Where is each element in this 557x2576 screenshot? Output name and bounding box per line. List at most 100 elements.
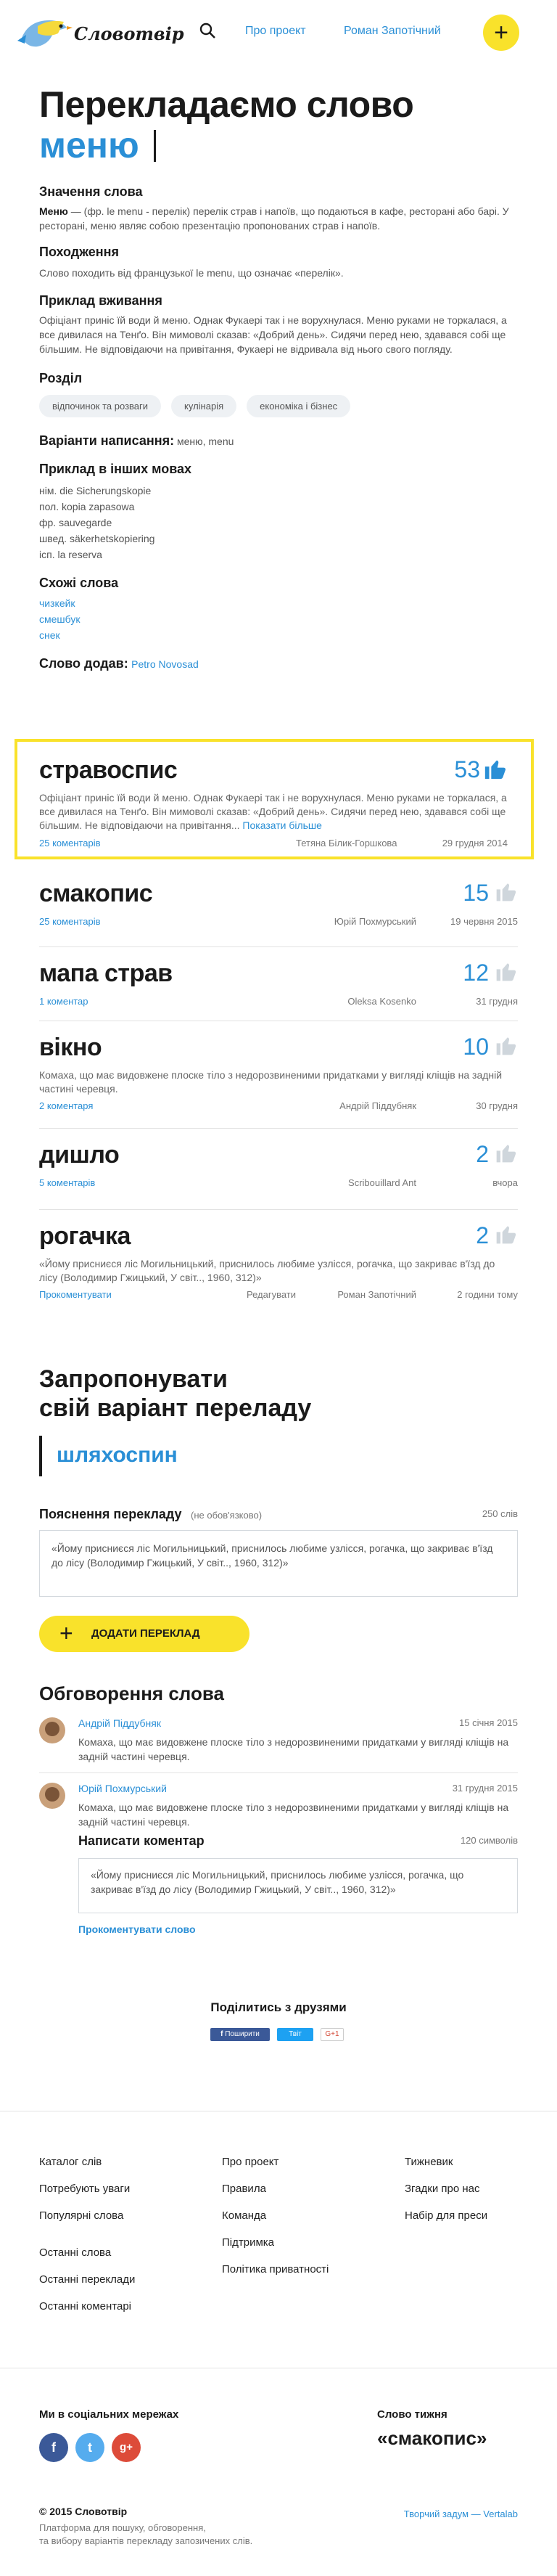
translation-date: 31 грудня <box>476 996 518 1007</box>
translation-card[interactable]: смакопис 15 25 коментарів Юрій Похмурський 1… <box>39 880 518 945</box>
divider <box>39 1128 518 1129</box>
usage-text: Офіціант приніс їй води й меню. Однак Фу… <box>39 314 507 355</box>
propose-section: Запропонувати свій варіант переладу <box>39 1365 518 1423</box>
usage-heading: Приклад вживання <box>39 293 162 308</box>
footer-link[interactable]: Популярні слова <box>39 2209 199 2222</box>
text-cursor <box>154 130 157 162</box>
section-heading: Розділ <box>39 371 83 385</box>
logo[interactable]: Словотвір <box>16 12 184 55</box>
comment-author[interactable]: Андрій Піддубняк <box>78 1717 161 1729</box>
comments-link[interactable]: 25 коментарів <box>39 916 101 927</box>
word-info: Значення слова Меню — (фр. le menu - пер… <box>39 184 518 671</box>
vote-count: 12 <box>463 960 489 986</box>
comments-link[interactable]: 5 коментарів <box>39 1177 95 1188</box>
translation-date: вчора <box>492 1177 518 1188</box>
translation-word: мапа страв <box>39 960 173 987</box>
origin-heading: Походження <box>39 245 120 259</box>
footer-link[interactable]: Політика приватності <box>222 2263 381 2276</box>
discussion-heading: Обговорення слова <box>39 1682 224 1704</box>
comments-link[interactable]: 1 коментар <box>39 996 88 1007</box>
comment-author[interactable]: Юрій Похмурський <box>78 1783 167 1794</box>
footer-link[interactable]: Набір для преси <box>405 2209 535 2222</box>
chip-economy[interactable]: економіка і бізнес <box>247 395 351 417</box>
comment-date: 31 грудня 2015 <box>452 1783 518 1794</box>
footer-link[interactable]: Команда <box>222 2209 381 2222</box>
translation-card[interactable]: рогачка 2 «Йому присниєся ліс Могильницьки… <box>39 1222 518 1309</box>
twitter-share-button[interactable]: Твіт <box>277 2028 313 2041</box>
similar-word-link[interactable]: чизкейк <box>39 597 75 609</box>
other-lang-item: пол. kopia zapasowa <box>39 501 135 512</box>
vote-count: 15 <box>463 880 489 906</box>
credits-link[interactable]: Творчий задум — Vertalab <box>404 2508 518 2519</box>
footer-link[interactable]: Підтримка <box>222 2236 381 2249</box>
facebook-share-button[interactable]: f Поширити <box>210 2028 270 2041</box>
comment-date: 15 січня 2015 <box>459 1717 518 1728</box>
other-lang-item: фр. sauvegarde <box>39 517 112 528</box>
added-by: Слово додав: Petro Novosad <box>39 656 518 671</box>
footer-link[interactable]: Про проект <box>222 2156 381 2168</box>
add-word-button[interactable]: + <box>483 15 519 51</box>
translation-card[interactable]: вікно 10 Комаха, що має видовжене плоске т… <box>39 1034 518 1121</box>
similar-heading: Схожі слова <box>39 576 119 590</box>
page-title: Перекладаємо слово меню <box>39 84 518 175</box>
translation-date: 19 червня 2015 <box>450 916 518 927</box>
search-icon[interactable] <box>199 22 216 39</box>
tagline: Платформа для пошуку, обговорення, та ви… <box>39 2522 253 2546</box>
footer-link[interactable]: Останні коментарі <box>39 2300 199 2313</box>
explain-textarea[interactable]: «Йому присниєся ліс Могильницький, присн… <box>39 1530 518 1597</box>
footer-col-1: Каталог слів Потребують уваги Популярні … <box>39 2156 199 2327</box>
thumbs-up-icon[interactable] <box>495 1141 518 1164</box>
thumbs-up-icon[interactable] <box>483 756 508 781</box>
edit-link[interactable]: Редагувати <box>247 1289 296 1300</box>
thumbs-up-icon[interactable] <box>495 1222 518 1246</box>
avatar <box>39 1783 65 1809</box>
thumbs-up-icon[interactable] <box>495 960 518 983</box>
propose-input[interactable]: шляхоспин <box>39 1436 518 1476</box>
explain-label: Пояснення перекладу <box>39 1507 182 1521</box>
nav-about[interactable]: Про проект <box>245 25 306 38</box>
facebook-icon[interactable]: f <box>39 2433 68 2462</box>
submit-comment-link[interactable]: Прокоментувати слово <box>78 1923 196 1935</box>
other-lang-list: нім. die Sicherungskopie пол. kopia zapa… <box>39 483 518 563</box>
comment-textarea[interactable]: «Йому присниєся ліс Могильницький, присн… <box>78 1858 518 1913</box>
chip-leisure[interactable]: відпочинок та розваги <box>39 395 162 417</box>
footer-link[interactable]: Каталог слів <box>39 2156 199 2168</box>
translation-card[interactable]: дишло 2 5 коментарів Scribouillard Ant вчора <box>39 1141 518 1206</box>
translation-text: Офіціант приніс їй води й меню. Однак Фу… <box>39 792 507 831</box>
comments-link[interactable]: 2 коментаря <box>39 1100 93 1111</box>
vote-count: 10 <box>463 1034 489 1060</box>
thumbs-up-icon[interactable] <box>495 1034 518 1057</box>
similar-word-link[interactable]: снек <box>39 629 60 641</box>
propose-input-value: шляхоспин <box>57 1443 178 1467</box>
gplus-share-button[interactable]: G+1 <box>321 2028 344 2041</box>
show-more-link[interactable]: Показати більше <box>242 819 322 831</box>
translation-card-featured[interactable]: стравоспис 53 Офіціант приніс їй води й … <box>15 739 534 859</box>
footer-link[interactable]: Згадки про нас <box>405 2183 535 2195</box>
twitter-icon[interactable]: t <box>75 2433 104 2462</box>
word-of-week-link[interactable]: «смакопис» <box>377 2427 487 2450</box>
comments-link[interactable]: Прокоментувати <box>39 1289 112 1300</box>
section-chips: відпочинок та розваги кулінарія економіка … <box>39 395 518 417</box>
footer-link[interactable]: Правила <box>222 2183 381 2195</box>
translation-text: Комаха, що має видовжене плоске тіло з н… <box>39 1069 503 1095</box>
comments-link[interactable]: 25 коментарів <box>39 838 101 849</box>
similar-word-link[interactable]: смешбук <box>39 613 80 625</box>
thumbs-up-icon[interactable] <box>495 880 518 903</box>
add-translation-button[interactable]: + ДОДАТИ ПЕРЕКЛАД <box>39 1616 249 1652</box>
share-heading: Поділитись з друзями <box>210 2000 347 2014</box>
translation-author: Юрій Похмурський <box>334 916 416 927</box>
copyright: © 2015 Словотвір <box>39 2506 128 2517</box>
translation-card[interactable]: мапа страв 12 1 коментар Oleksa Kosenko 31 г… <box>39 960 518 1025</box>
propose-heading: Запропонувати свій варіант переладу <box>39 1365 312 1422</box>
nav-user[interactable]: Роман Запотічний <box>344 25 441 38</box>
comment: Андрій Піддубняк 15 січня 2015 Комаха, щ… <box>39 1717 518 1775</box>
translation-author: Scribouillard Ant <box>348 1177 416 1188</box>
footer-link[interactable]: Останні переклади <box>39 2273 199 2286</box>
chip-cooking[interactable]: кулінарія <box>171 395 237 417</box>
added-by-user-link[interactable]: Petro Novosad <box>131 658 199 670</box>
footer-link[interactable]: Останні слова <box>39 2246 199 2259</box>
footer-link[interactable]: Потребують уваги <box>39 2183 199 2195</box>
plus-icon: + <box>494 19 508 46</box>
footer-link[interactable]: Тижневик <box>405 2156 535 2168</box>
google-plus-icon[interactable]: g+ <box>112 2433 141 2462</box>
